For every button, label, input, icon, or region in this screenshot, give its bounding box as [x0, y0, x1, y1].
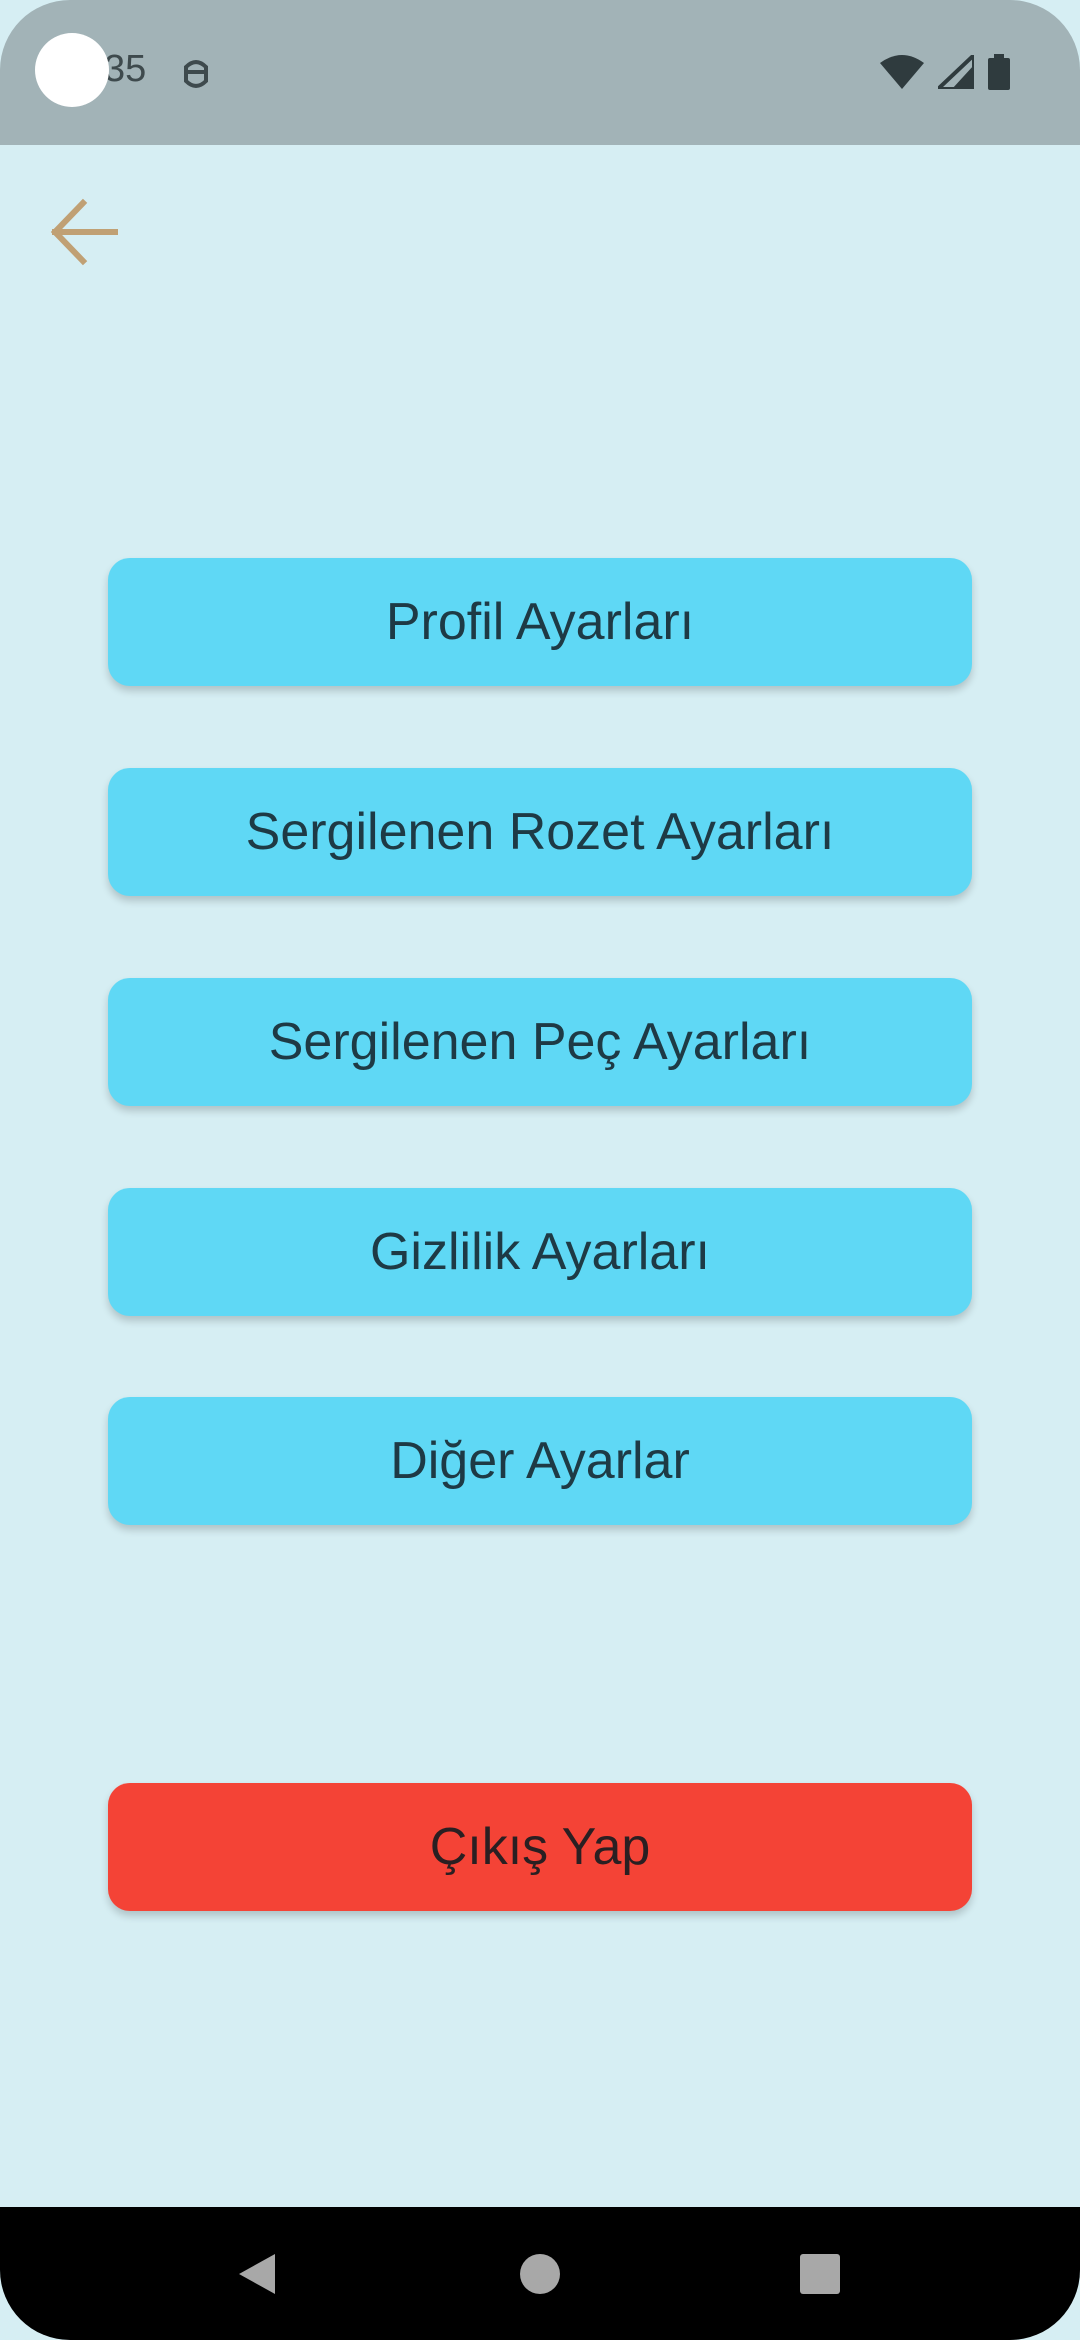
nav-back-button[interactable]: [197, 2207, 317, 2340]
logout-button[interactable]: Çıkış Yap: [108, 1783, 972, 1911]
arrow-left-icon: [50, 198, 118, 266]
back-button[interactable]: [42, 190, 126, 274]
privacy-face-icon: [184, 60, 208, 88]
camera-cutout: [35, 33, 109, 107]
signal-icon: [938, 55, 974, 89]
other-settings-button[interactable]: Diğer Ayarlar: [108, 1397, 972, 1525]
navigation-bar: [0, 2207, 1080, 2340]
wifi-icon: [880, 55, 924, 89]
profile-settings-button[interactable]: Profil Ayarları: [108, 558, 972, 686]
recents-square-icon: [800, 2253, 840, 2294]
status-bar: 35: [0, 0, 1080, 145]
nav-home-button[interactable]: [480, 2207, 600, 2340]
home-circle-icon: [520, 2253, 560, 2294]
battery-icon: [988, 54, 1010, 90]
privacy-settings-button[interactable]: Gizlilik Ayarları: [108, 1188, 972, 1316]
status-icons: [880, 54, 1010, 90]
status-time: 35: [104, 48, 147, 90]
nav-recents-button[interactable]: [760, 2207, 880, 2340]
phone-screen: 35 Profil Ayarları Sergilenen Rozet Ayar…: [0, 0, 1080, 2340]
back-triangle-icon: [239, 2253, 275, 2294]
patch-settings-button[interactable]: Sergilenen Peç Ayarları: [108, 978, 972, 1106]
badge-settings-button[interactable]: Sergilenen Rozet Ayarları: [108, 768, 972, 896]
